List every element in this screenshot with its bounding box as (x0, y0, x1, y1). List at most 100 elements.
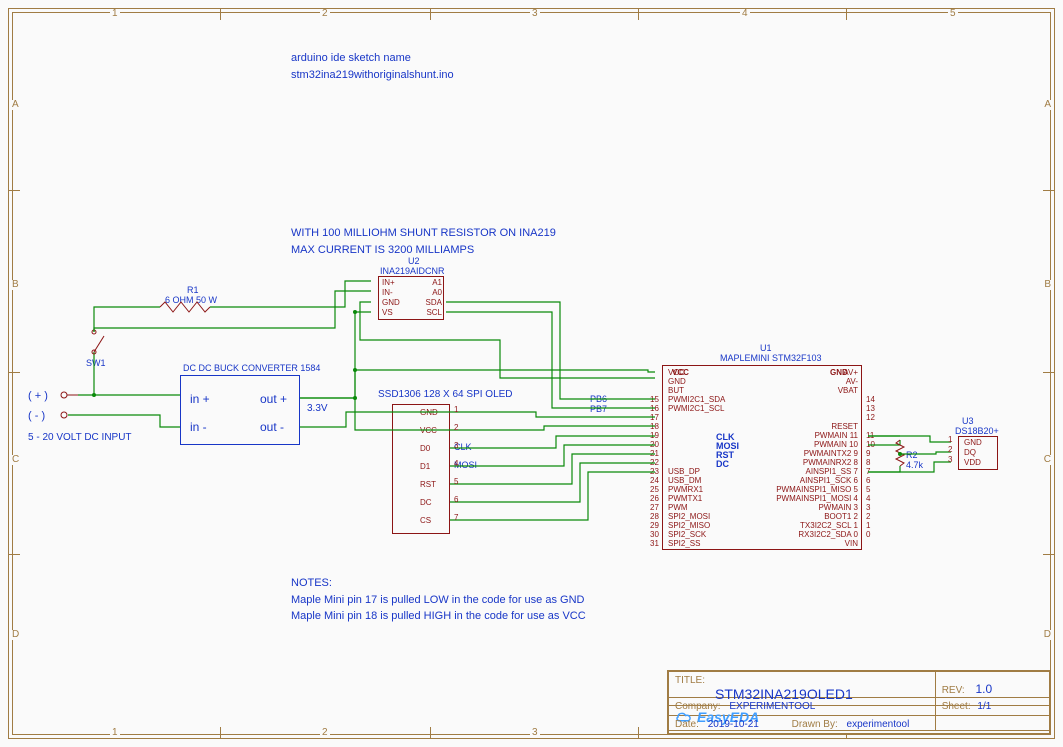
tick (430, 727, 431, 739)
u2-pin-a0: A0 (427, 288, 442, 297)
u1-right-pin-num: 10 (866, 440, 875, 449)
u1-left-pin-label: SPI2_MISO (668, 521, 710, 530)
u1-right-pin-label: TX3I2C2_SCL 1 (760, 521, 858, 530)
input-neg: ( - ) (28, 410, 45, 422)
u1-right-pin-num: 7 (866, 467, 870, 476)
u1-left-pin-label: SPI2_MOSI (668, 512, 710, 521)
u1-sig-dc: DC (716, 459, 729, 469)
u3-part: DS18B20+ (955, 426, 999, 436)
net-pb6: PB6 (590, 394, 607, 404)
u1-right-pin-num: 5 (866, 485, 870, 494)
buck-inp: in + (190, 392, 210, 406)
u1-left-pin-num: 30 (650, 530, 659, 539)
oled-title: SSD1306 128 X 64 SPI OLED (378, 389, 513, 400)
u1-left-pin-label: PWMTX1 (668, 494, 702, 503)
input-caption: 5 - 20 VOLT DC INPUT (28, 432, 132, 443)
note-bottom: NOTES: Maple Mini pin 17 is pulled LOW i… (291, 575, 586, 625)
u1-left-pin-num: 26 (650, 494, 659, 503)
u1-left-pin-num: 19 (650, 431, 659, 440)
u1-right-pin-num: 13 (866, 404, 875, 413)
u1-right-pin-label: BOOT1 2 (760, 512, 858, 521)
u2-pin-inn: IN- (382, 288, 393, 297)
tick (638, 8, 639, 20)
buck-outn: out - (260, 420, 284, 434)
oled-cs: CS (420, 516, 431, 525)
u3-dq: DQ (964, 448, 976, 457)
u2-pin-a1: A1 (427, 278, 442, 287)
oled-gnd: GND (420, 408, 438, 417)
tick (1043, 190, 1055, 191)
tick (430, 8, 431, 20)
u1-right-pin-num: 2 (866, 512, 870, 521)
u2-ref: U2 (408, 256, 420, 266)
date-lbl: Date: (675, 719, 699, 730)
u1-right-pin-label: PWMAINSPI1_MOSI 4 (760, 494, 858, 503)
u2-pin-vs: VS (382, 308, 393, 317)
oled-sig-clk: CLK (454, 442, 472, 452)
u2-pin-sda: SDA (424, 298, 442, 307)
tick (638, 727, 639, 739)
tick (1043, 554, 1055, 555)
u2-pin-gnd: GND (382, 298, 400, 307)
u2-part: INA219AIDCNR (380, 266, 445, 276)
rev-lbl: REV: (942, 685, 965, 696)
oled-sig-mosi: MOSI (454, 460, 477, 470)
oled-vcc: VCC (420, 426, 437, 435)
r1-ref: R1 (187, 285, 199, 295)
u1-left-pin-num: 23 (650, 467, 659, 476)
drawn-val: experimentool (841, 719, 910, 730)
u1-left-pin-num: 31 (650, 539, 659, 548)
u1-right-pin-label: VIN (760, 539, 858, 548)
u1-left-pin-num: 25 (650, 485, 659, 494)
u1-left-pin-label: BUT (668, 386, 684, 395)
u1-right-pin-label: RESET (760, 422, 858, 431)
u1-left-pin-label: PWM (668, 503, 688, 512)
u1-left-pin-num: 18 (650, 422, 659, 431)
u1-left-pin-num: 20 (650, 440, 659, 449)
u1-right-pin-label: PWMAIN 11 (760, 431, 858, 440)
u1-left-pin-label: VCC (668, 368, 685, 377)
buck-title: DC DC BUCK CONVERTER 1584 (183, 363, 320, 373)
sheet-val: 1/1 (973, 701, 991, 712)
u1-left-pin-label: GND (668, 377, 686, 386)
r2-val: 4.7k (906, 460, 923, 470)
u1-left-pin-label: SPI2_SCK (668, 530, 706, 539)
buck-converter (180, 375, 300, 445)
u1-left-pin-label: SPI2_SS (668, 539, 700, 548)
u1-right-pin-num: 9 (866, 449, 870, 458)
u1-right-pin-num: 12 (866, 413, 875, 422)
drawn-lbl: Drawn By: (762, 719, 838, 730)
note-shunt: WITH 100 MILLIOHM SHUNT RESISTOR ON INA2… (291, 225, 556, 258)
u1-left-pin-num: 21 (650, 449, 659, 458)
u1-right-pin-label: PWMAINTX2 9 (760, 449, 858, 458)
company-val: EXPERIMENTOOL (723, 701, 815, 712)
tick (8, 190, 20, 191)
u1-right-pin-label: RX3I2C2_SDA 0 (760, 530, 858, 539)
u1-left-pin-num: 29 (650, 521, 659, 530)
u1-left-pin-label: USB_DP (668, 467, 700, 476)
tick (220, 8, 221, 20)
r1-val: 6 OHM 50 W (165, 295, 217, 305)
u2-pin-scl: SCL (424, 308, 442, 317)
u1-right-pin-label: PWMAIN 10 (760, 440, 858, 449)
company-lbl: Company: (675, 701, 721, 712)
title-lbl: TITLE: (675, 675, 705, 686)
u1-right-pin-num: 3 (866, 503, 870, 512)
u1-right-pin-label: AINSPI1_SCK 6 (760, 476, 858, 485)
u3-gnd: GND (964, 438, 982, 447)
u1-right-pin-label: VBAT (760, 386, 858, 395)
input-pos: ( + ) (28, 390, 48, 402)
u1-right-pin-label: AINSPI1_SS 7 (760, 467, 858, 476)
u2-pin-inp: IN+ (382, 278, 395, 287)
u1-right-pin-num: 6 (866, 476, 870, 485)
u1-left-pin-num: 22 (650, 458, 659, 467)
note-sketch: arduino ide sketch name stm32ina219witho… (291, 50, 454, 83)
u1-right-pin-num: 14 (866, 395, 875, 404)
u3-vdd: VDD (964, 458, 981, 467)
rev-val: 1.0 (967, 682, 992, 696)
oled-rst: RST (420, 480, 436, 489)
u1-ref: U1 (760, 343, 772, 353)
u1-left-pin-num: 27 (650, 503, 659, 512)
tick (846, 8, 847, 20)
u1-left-pin-num: 28 (650, 512, 659, 521)
